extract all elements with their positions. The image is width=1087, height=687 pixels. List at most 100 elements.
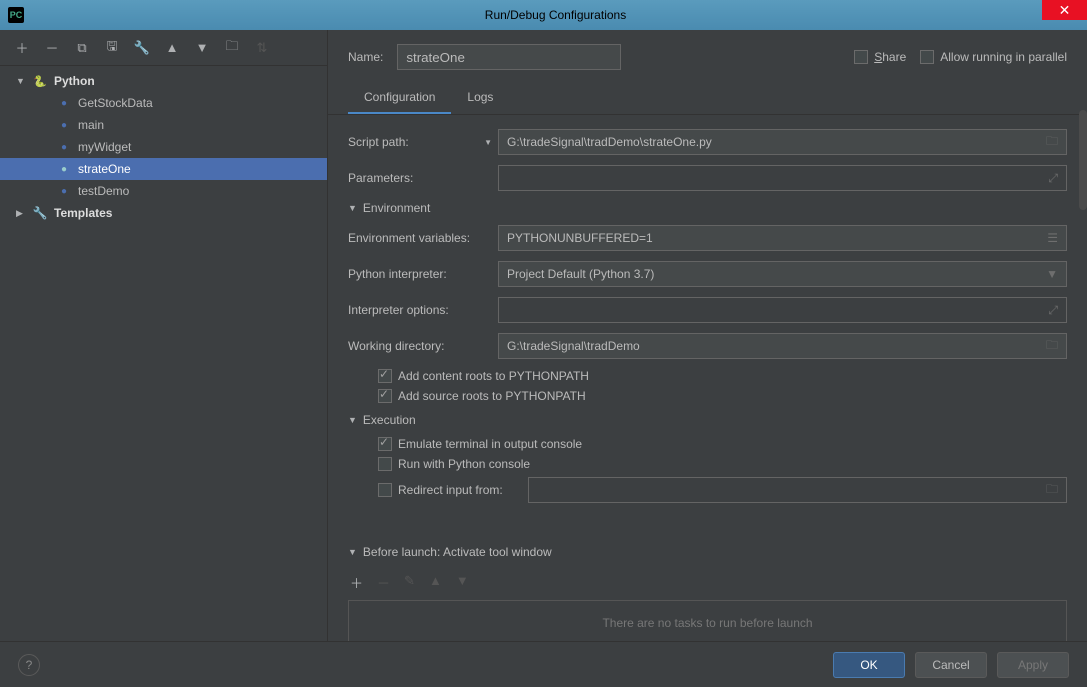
tree-item-getstockdata[interactable]: ● GetStockData — [0, 92, 327, 114]
tree-label: Templates — [54, 206, 112, 220]
parameters-input[interactable]: ⤢ — [498, 165, 1067, 191]
add-icon[interactable]: ＋ — [350, 573, 363, 592]
copy-icon[interactable]: ⧉ — [74, 40, 90, 56]
allow-parallel-checkbox[interactable]: Allow running in parallel — [920, 50, 1067, 64]
tree-label: myWidget — [78, 140, 131, 154]
share-checkbox[interactable]: Share — [854, 50, 906, 64]
down-icon[interactable]: ▼ — [456, 573, 469, 592]
tree-node-templates[interactable]: ▶ 🔧 Templates — [0, 202, 327, 224]
checkbox-icon — [854, 50, 868, 64]
checkbox-icon — [378, 483, 392, 497]
tree-item-strateone[interactable]: ● strateOne — [0, 158, 327, 180]
down-icon[interactable]: ▼ — [194, 40, 210, 56]
tabs: Configuration Logs — [328, 82, 1087, 115]
edit-icon[interactable]: ✎ — [404, 573, 415, 592]
tree-label: main — [78, 118, 104, 132]
chevron-down-icon: ▼ — [348, 547, 357, 557]
expand-icon[interactable]: ⤢ — [1048, 171, 1058, 186]
tree-node-python[interactable]: ▼ 🐍 Python — [0, 70, 327, 92]
python-file-icon: ● — [56, 139, 72, 155]
expand-icon: ▼ — [16, 76, 28, 86]
add-source-roots-checkbox[interactable]: Add source roots to PYTHONPATH — [378, 389, 586, 403]
workdir-input[interactable]: G:\tradeSignal\tradDemo🗀 — [498, 333, 1067, 359]
folder-icon[interactable]: 🗀 — [224, 40, 240, 56]
remove-icon[interactable]: － — [377, 573, 390, 592]
footer: ? OK Cancel Apply — [0, 641, 1087, 687]
config-tree: ▼ 🐍 Python ● GetStockData ● main ● myWid… — [0, 66, 327, 641]
python-file-icon: ● — [56, 95, 72, 111]
script-path-dropdown[interactable]: Script path:▼ — [348, 135, 498, 149]
sort-icon[interactable]: ⇅ — [254, 40, 270, 56]
interp-opts-label: Interpreter options: — [348, 303, 498, 317]
window-title: Run/Debug Configurations — [24, 8, 1087, 22]
tree-item-testdemo[interactable]: ● testDemo — [0, 180, 327, 202]
add-icon[interactable]: ＋ — [14, 40, 30, 56]
python-file-icon: ● — [56, 183, 72, 199]
parameters-label: Parameters: — [348, 171, 498, 185]
emulate-terminal-checkbox[interactable]: Emulate terminal in output console — [378, 437, 582, 451]
up-icon[interactable]: ▲ — [164, 40, 180, 56]
interp-opts-input[interactable]: ⤢ — [498, 297, 1067, 323]
tree-label: Python — [54, 74, 95, 88]
checkbox-icon — [378, 437, 392, 451]
tree-item-main[interactable]: ● main — [0, 114, 327, 136]
folder-icon[interactable]: 🗀 — [1046, 480, 1058, 501]
chevron-down-icon: ▼ — [348, 415, 357, 425]
folder-icon[interactable]: 🗀 — [1046, 336, 1058, 357]
help-button[interactable]: ? — [18, 654, 40, 676]
form-area: Script path:▼ G:\tradeSignal\tradDemo\st… — [328, 115, 1087, 641]
redirect-input-field[interactable]: 🗀 — [528, 477, 1067, 503]
python-file-icon: ● — [56, 117, 72, 133]
list-icon[interactable]: ☰ — [1047, 231, 1058, 245]
before-launch-tasks: There are no tasks to run before launch — [348, 600, 1067, 641]
checkbox-icon — [378, 457, 392, 471]
up-icon[interactable]: ▲ — [429, 573, 442, 592]
chevron-down-icon: ▼ — [484, 138, 492, 147]
sidebar: ＋ － ⧉ 🖫 🔧 ▲ ▼ 🗀 ⇅ ▼ 🐍 Python ● GetStockD… — [0, 30, 328, 641]
no-tasks-label: There are no tasks to run before launch — [602, 616, 812, 630]
scrollbar[interactable] — [1079, 110, 1087, 210]
ok-button[interactable]: OK — [833, 652, 905, 678]
expand-icon[interactable]: ⤢ — [1048, 303, 1058, 318]
wrench-icon: 🔧 — [32, 205, 48, 221]
checkbox-icon — [920, 50, 934, 64]
script-path-input[interactable]: G:\tradeSignal\tradDemo\strateOne.py🗀 — [498, 129, 1067, 155]
sidebar-toolbar: ＋ － ⧉ 🖫 🔧 ▲ ▼ 🗀 ⇅ — [0, 30, 327, 66]
add-content-roots-checkbox[interactable]: Add content roots to PYTHONPATH — [378, 369, 589, 383]
app-icon: PC — [8, 7, 24, 23]
name-row: Name: Share Allow running in parallel — [328, 30, 1087, 76]
env-vars-label: Environment variables: — [348, 231, 498, 245]
interpreter-select[interactable]: Project Default (Python 3.7)▼ — [498, 261, 1067, 287]
main-panel: Name: Share Allow running in parallel Co… — [328, 30, 1087, 641]
checkbox-icon — [378, 369, 392, 383]
workdir-label: Working directory: — [348, 339, 498, 353]
redirect-input-checkbox[interactable]: Redirect input from: — [378, 483, 528, 497]
tree-item-mywidget[interactable]: ● myWidget — [0, 136, 327, 158]
name-input[interactable] — [397, 44, 620, 70]
apply-button[interactable]: Apply — [997, 652, 1069, 678]
close-button[interactable]: ✕ — [1042, 0, 1087, 20]
name-label: Name: — [348, 50, 383, 64]
cancel-button[interactable]: Cancel — [915, 652, 987, 678]
remove-icon[interactable]: － — [44, 40, 60, 56]
tree-label: strateOne — [78, 162, 131, 176]
execution-section[interactable]: ▼Execution — [348, 413, 1067, 427]
chevron-down-icon: ▼ — [348, 203, 357, 213]
chevron-down-icon[interactable]: ▼ — [1046, 267, 1058, 281]
before-launch-section[interactable]: ▼Before launch: Activate tool window — [348, 545, 1067, 559]
tree-label: testDemo — [78, 184, 129, 198]
python-icon: 🐍 — [32, 73, 48, 89]
interpreter-label: Python interpreter: — [348, 267, 498, 281]
titlebar: PC Run/Debug Configurations ✕ — [0, 0, 1087, 30]
tab-logs[interactable]: Logs — [451, 82, 509, 114]
env-vars-input[interactable]: PYTHONUNBUFFERED=1☰ — [498, 225, 1067, 251]
checkbox-icon — [378, 389, 392, 403]
wrench-icon[interactable]: 🔧 — [134, 40, 150, 56]
folder-icon[interactable]: 🗀 — [1046, 132, 1058, 153]
save-icon[interactable]: 🖫 — [104, 40, 120, 56]
tab-configuration[interactable]: Configuration — [348, 82, 451, 114]
environment-section[interactable]: ▼Environment — [348, 201, 1067, 215]
run-py-console-checkbox[interactable]: Run with Python console — [378, 457, 530, 471]
tree-label: GetStockData — [78, 96, 153, 110]
expand-icon: ▶ — [16, 208, 28, 219]
